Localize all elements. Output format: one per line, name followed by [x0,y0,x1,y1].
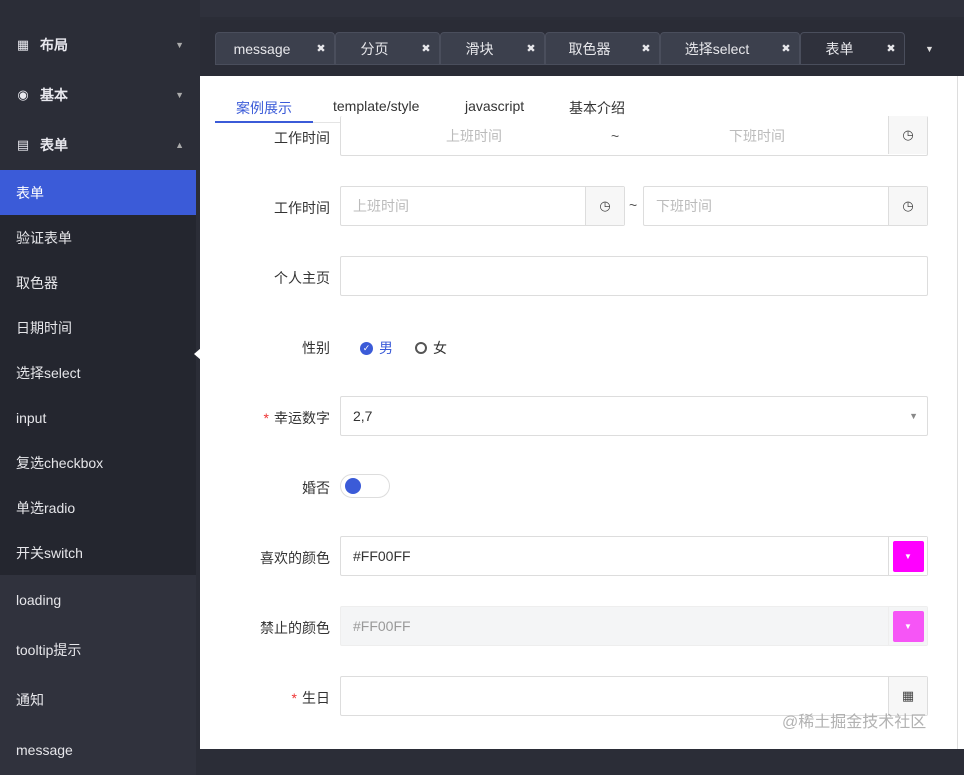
chevron-up-icon: ▲ [175,140,184,150]
work-time-label-2: 工作时间 [274,200,330,216]
gender-label: 性别 [302,340,330,356]
sidebar-item-input[interactable]: input [0,395,196,440]
color-picker-button-disabled: ▼ [888,607,927,645]
sidebar-item-form[interactable]: 表单 [0,170,196,215]
sidebar-item-select[interactable]: 选择select [0,350,196,395]
sidebar-item-color-picker[interactable]: 取色器 [0,260,196,305]
color-picker-button[interactable]: ▼ [888,537,927,575]
radio-checked-icon[interactable]: ✓ [360,341,373,355]
grid-icon: ▦ [16,37,30,52]
main-content: 案例展示 template/style javascript 基本介绍 工作时间… [200,76,957,749]
tab-pagination[interactable]: 分页 ✖ [335,32,440,65]
chevron-down-icon: ▼ [175,90,184,100]
tab-slider[interactable]: 滑块 ✖ [440,32,545,65]
radio-unchecked-icon[interactable] [415,342,427,354]
tab-bar: message ✖ 分页 ✖ 滑块 ✖ 取色器 ✖ 选择select ✖ 表单 ✖ [200,20,964,76]
subtab-template-style[interactable]: template/style [333,98,419,114]
sidebar-item-switch[interactable]: 开关switch [0,530,196,575]
watermark: @稀土掘金技术社区 [782,714,927,731]
close-icon[interactable]: ✖ [633,42,659,55]
chevron-down-icon: ▼ [175,40,184,50]
work-time-range-input[interactable]: 上班时间 ~ 下班时间 ◷ [340,116,928,156]
fav-color-label: 喜欢的颜色 [260,550,330,566]
color-swatch: ▼ [892,610,924,642]
sidebar: ▦ 布局 ▼ ◉ 基本 ▼ ▤ 表单 ▲ 表单 验证表单 取色器 日期时间 选择select… [0,0,196,775]
subtab-javascript[interactable]: javascript [465,98,524,114]
start-time-input[interactable]: 上班时间 ◷ [340,186,625,226]
ban-color-label: 禁止的颜色 [260,620,330,636]
work-time-label: 工作时间 [274,130,330,146]
sidebar-item-notify[interactable]: 通知 [0,675,196,725]
tab-message[interactable]: message ✖ [215,32,335,65]
subtab-demo[interactable]: 案例展示 [236,98,292,118]
clock-icon[interactable]: ◷ [585,187,624,225]
fav-color-input[interactable]: #FF00FF ▼ [340,536,928,576]
subtab-active-indicator [215,121,313,123]
sidebar-item-radio[interactable]: 单选radio [0,485,196,530]
right-panel-edge [957,76,964,749]
sidebar-item-datetime[interactable]: 日期时间 [0,305,196,350]
ban-color-input: #FF00FF ▼ [340,606,928,646]
close-icon[interactable]: ✖ [308,42,334,55]
end-time-input[interactable]: 下班时间 ◷ [643,186,928,226]
subtab-intro[interactable]: 基本介绍 [569,98,625,118]
tab-select[interactable]: 选择select ✖ [660,32,800,65]
birthday-label: * 生日 [291,690,330,706]
top-header [200,0,964,17]
sidebar-group-basic[interactable]: ◉ 基本 ▼ [0,70,196,120]
chevron-down-icon: ▼ [909,411,918,421]
switch-knob [345,478,361,494]
gender-radio-group: ✓ 男 女 [360,338,447,358]
sidebar-item-validate-form[interactable]: 验证表单 [0,215,196,260]
clock-icon[interactable]: ◷ [888,187,927,225]
tab-color-picker[interactable]: 取色器 ✖ [545,32,660,65]
sidebar-item-checkbox[interactable]: 复选checkbox [0,440,196,485]
tab-form[interactable]: 表单 ✖ [800,32,905,65]
married-label: 婚否 [302,480,330,496]
sidebar-item-tooltip[interactable]: tooltip提示 [0,625,196,675]
close-icon[interactable]: ✖ [773,42,799,55]
close-icon[interactable]: ✖ [413,42,439,55]
sidebar-group-form[interactable]: ▤ 表单 ▲ [0,120,196,170]
tab-more-dropdown-icon[interactable]: ▼ [925,44,934,54]
lucky-number-label: * 幸运数字 [263,410,330,426]
sidebar-item-message[interactable]: message [0,725,196,775]
color-swatch: ▼ [892,540,924,572]
sidebar-item-loading[interactable]: loading [0,575,196,625]
married-switch[interactable] [340,474,390,498]
sidebar-group-layout[interactable]: ▦ 布局 ▼ [0,20,196,70]
close-icon[interactable]: ✖ [878,42,904,55]
clock-icon[interactable]: ◷ [888,116,927,154]
close-icon[interactable]: ✖ [518,42,544,55]
chrome-icon: ◉ [17,87,29,102]
homepage-label: 个人主页 [274,270,330,286]
lucky-number-select[interactable]: 2,7 ▼ [340,396,928,436]
homepage-input[interactable] [340,256,928,296]
document-icon: ▤ [16,137,30,152]
